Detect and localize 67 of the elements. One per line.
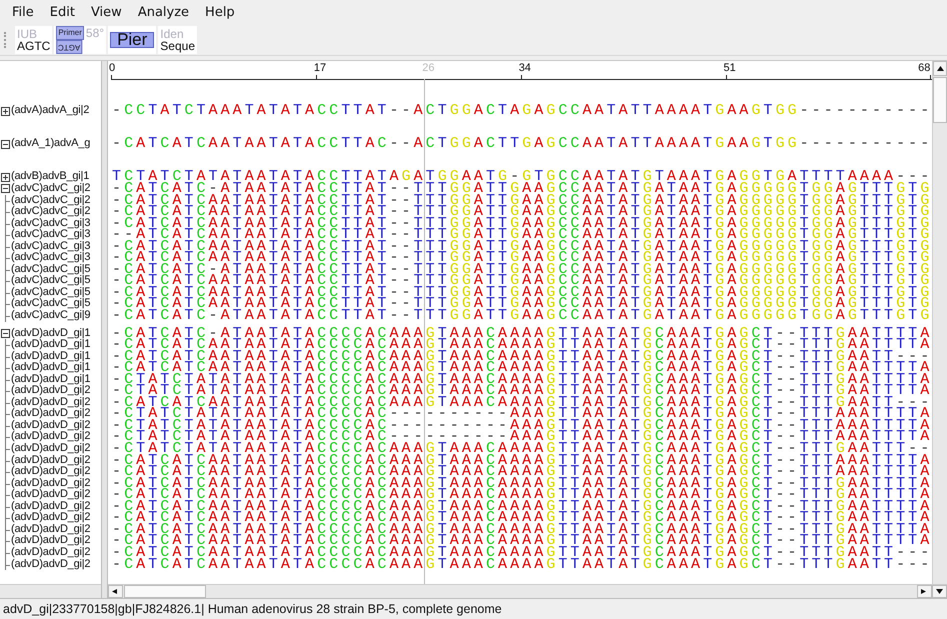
- sequence-name[interactable]: (advD)advD_gi|2: [11, 512, 90, 524]
- up-arrow-icon: [936, 66, 944, 71]
- sequence-name[interactable]: (advD)advD_gi|1: [11, 328, 90, 340]
- sequence-name[interactable]: (advC)advC_gi|2: [11, 183, 90, 195]
- expand-icon[interactable]: [1, 172, 10, 182]
- horizontal-scrollbar[interactable]: [0, 584, 101, 598]
- ruler-label: 68: [918, 62, 930, 74]
- sequence-name[interactable]: (advD)advD_gi|2: [11, 396, 90, 408]
- sequence-name[interactable]: (advD)advD_gi|2: [11, 420, 90, 432]
- sequence-name[interactable]: (advC)advC_gi|5: [11, 275, 90, 287]
- collapse-icon[interactable]: [1, 328, 10, 338]
- ruler-label: 34: [518, 62, 531, 74]
- sequence-name[interactable]: (advD)advD_gi|2: [11, 466, 90, 478]
- cursor-position: 26: [422, 62, 435, 74]
- vertical-scrollbar[interactable]: [932, 61, 947, 584]
- sequence-name[interactable]: (advD)advD_gi|2: [11, 443, 90, 455]
- sequence-name[interactable]: (advD)advD_gi|2: [11, 408, 90, 420]
- sequence-name[interactable]: (advC)advC_gi|3: [11, 229, 90, 241]
- toolbar-button[interactable]: Primer 58° AGTC: [54, 26, 106, 54]
- splitter-handle[interactable]: [101, 61, 108, 598]
- sequence-name[interactable]: (advA_1)advA_g: [11, 138, 90, 150]
- toolbar-button[interactable]: Pier: [108, 26, 156, 54]
- sequence-name[interactable]: (advD)advD_gi|1: [11, 350, 90, 362]
- collapse-icon[interactable]: [1, 140, 10, 149]
- sequence-name[interactable]: (advD)advD_gi|2: [11, 558, 90, 570]
- sequence-name[interactable]: (advC)advC_gi|3: [11, 218, 90, 230]
- sequence-name[interactable]: (advC)advC_gi|9: [11, 310, 90, 322]
- sequence-name[interactable]: (advD)advD_gi|1: [11, 374, 90, 386]
- sequence-name[interactable]: (advA)advA_gi|2: [11, 105, 90, 117]
- status-text: advD_gi|233770158|gb|FJ824826.1| Human adenovirus 28 strain BP-5, complete genome: [3, 602, 502, 616]
- sequence-name[interactable]: (advC)advC_gi|3: [11, 252, 90, 264]
- menu-item[interactable]: Edit: [42, 5, 83, 20]
- sequence-name[interactable]: (advC)advC_gi|3: [11, 240, 90, 252]
- right-arrow-icon: [921, 589, 928, 594]
- sequence-name[interactable]: (advD)advD_gi|2: [11, 385, 90, 397]
- down-arrow-icon: [936, 589, 943, 594]
- sequence-name[interactable]: (advD)advD_gi|2: [11, 524, 90, 536]
- sequence-name[interactable]: (advD)advD_gi|2: [11, 489, 90, 501]
- ruler-label: 51: [724, 62, 736, 74]
- sequence-name[interactable]: (advD)advD_gi|2: [11, 500, 90, 512]
- sequence-name[interactable]: (advD)advD_gi|2: [11, 535, 90, 547]
- toolbar-button[interactable]: Iden Seque: [158, 26, 197, 54]
- sequence-name[interactable]: (advD)advD_gi|2: [11, 478, 90, 490]
- toolbar-button[interactable]: IUB AGTC: [15, 26, 52, 54]
- sequence-name[interactable]: (advC)advC_gi|5: [11, 298, 90, 310]
- scroll-thumb[interactable]: [933, 77, 947, 123]
- expand-icon[interactable]: [1, 106, 10, 116]
- sequence-name[interactable]: (advC)advC_gi|2: [11, 194, 90, 206]
- sequence-name[interactable]: (advC)advC_gi|5: [11, 264, 90, 276]
- collapse-icon[interactable]: [1, 184, 10, 194]
- ruler-label: 17: [314, 62, 326, 74]
- sequence-name[interactable]: (advD)advD_gi|1: [11, 362, 90, 374]
- left-arrow-icon: [112, 589, 119, 594]
- sequence-name[interactable]: (advD)advD_gi|2: [11, 431, 90, 444]
- sequence-name[interactable]: (advD)advD_gi|2: [11, 454, 90, 466]
- horizontal-scrollbar[interactable]: [108, 584, 947, 598]
- scroll-thumb[interactable]: [124, 585, 206, 598]
- menu-item[interactable]: Analyze: [130, 5, 198, 20]
- menu-item[interactable]: View: [82, 5, 130, 20]
- ruler-label: 0: [109, 62, 116, 74]
- sequence-name[interactable]: (advD)advD_gi|1: [11, 339, 90, 351]
- sequence-name[interactable]: (advC)advC_gi|2: [11, 206, 90, 218]
- sequence-name[interactable]: (advD)advD_gi|2: [11, 546, 90, 558]
- menu-item[interactable]: File: [4, 5, 42, 20]
- menu-item[interactable]: Help: [197, 5, 243, 20]
- sequence-name[interactable]: (advC)advC_gi|5: [11, 286, 90, 298]
- sequence-name[interactable]: (advB)advB_gi|1: [11, 171, 90, 183]
